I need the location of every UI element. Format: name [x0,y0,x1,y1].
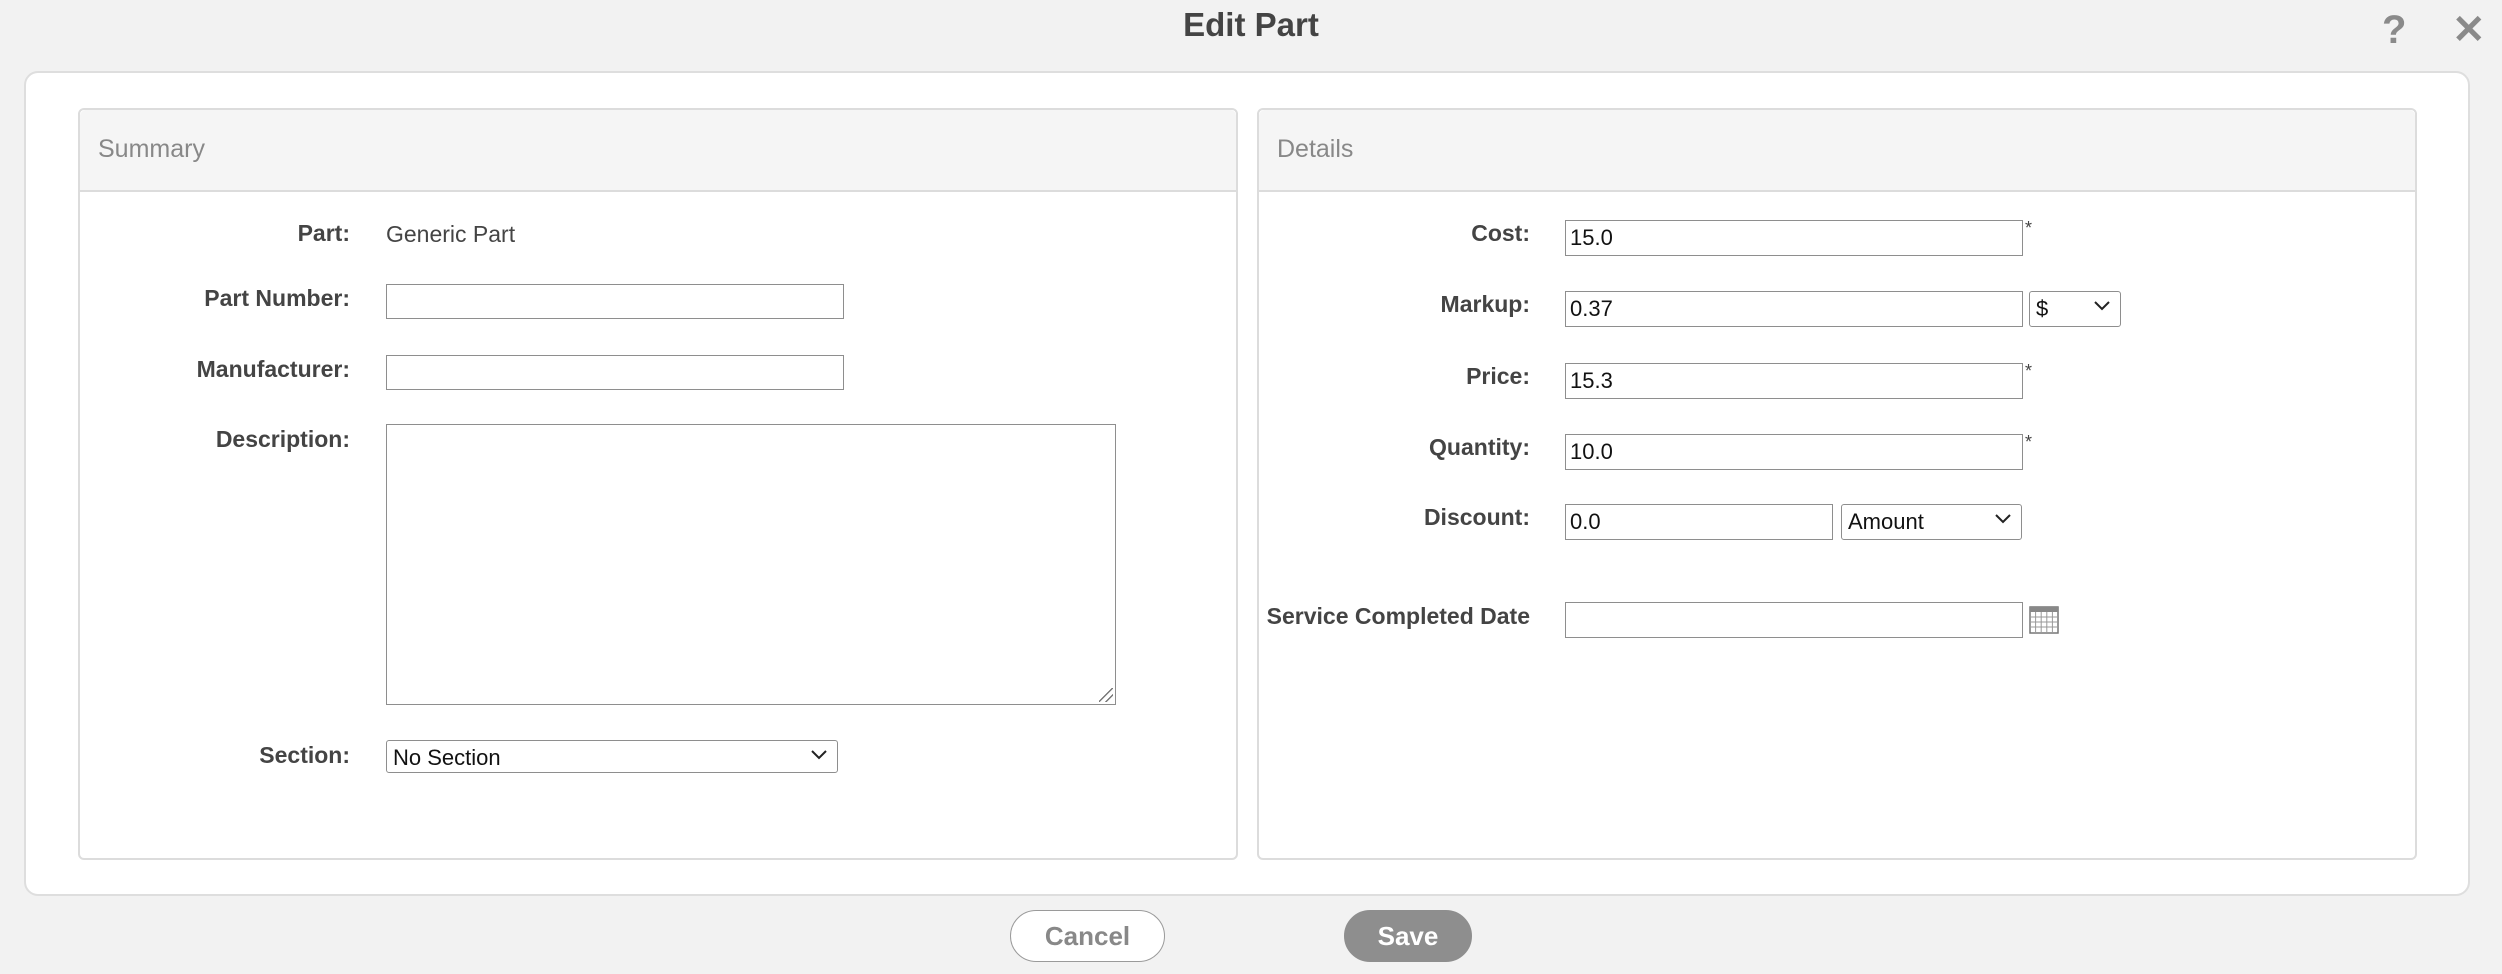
markup-label: Markup: [1440,291,1530,317]
section-selected-value: No Section [393,745,501,770]
help-icon[interactable]: ? [2382,6,2406,54]
markup-unit-value: $ [2036,296,2049,321]
description-textarea[interactable] [386,424,1116,705]
price-label: Price: [1466,363,1530,389]
part-number-label: Part Number: [204,285,350,311]
details-panel-title: Details [1277,135,1354,163]
section-label: Section: [259,742,350,768]
section-select[interactable]: No Section [386,740,838,773]
part-value: Generic Part [386,221,516,247]
resize-grip-icon[interactable] [1099,688,1113,702]
cost-required-marker: * [2025,218,2033,238]
manufacturer-label: Manufacturer: [196,356,350,382]
chevron-down-icon [811,750,827,760]
details-panel-header: Details [1259,110,2415,192]
part-label: Part: [297,220,350,246]
summary-panel-header: Summary [80,110,1236,192]
dialog-title: Edit Part [1183,6,1319,43]
price-input[interactable]: 15.3 [1565,363,2023,399]
markup-input[interactable]: 0.37 [1565,291,2023,327]
summary-panel: Summary Part: Generic Part Part Number: … [78,108,1238,860]
quantity-label: Quantity: [1429,434,1530,460]
cost-input[interactable]: 15.0 [1565,220,2023,256]
cost-label: Cost: [1471,220,1530,246]
quantity-required-marker: * [2025,432,2033,452]
discount-type-value: Amount [1848,509,1924,534]
details-panel: Details Cost: 15.0 * Markup: 0.37 $ Pric… [1257,108,2417,860]
discount-input[interactable]: 0.0 [1565,504,1833,540]
cancel-button[interactable]: Cancel [1010,910,1165,962]
price-required-marker: * [2025,361,2033,381]
chevron-down-icon [2094,301,2110,311]
description-label: Description: [215,426,350,452]
manufacturer-input[interactable] [386,355,844,390]
calendar-icon[interactable] [2029,604,2059,634]
quantity-input[interactable]: 10.0 [1565,434,2023,470]
chevron-down-icon [1995,514,2011,524]
discount-label: Discount: [1423,504,1530,530]
summary-panel-title: Summary [98,135,205,163]
close-icon[interactable]: ✕ [2452,6,2486,54]
service-completed-date-input[interactable] [1565,602,2023,638]
discount-type-select[interactable]: Amount [1841,504,2022,540]
part-number-input[interactable] [386,284,844,319]
service-completed-date-label: Service Completed Date [1266,603,1530,629]
save-button[interactable]: Save [1344,910,1472,962]
markup-unit-select[interactable]: $ [2029,291,2121,327]
